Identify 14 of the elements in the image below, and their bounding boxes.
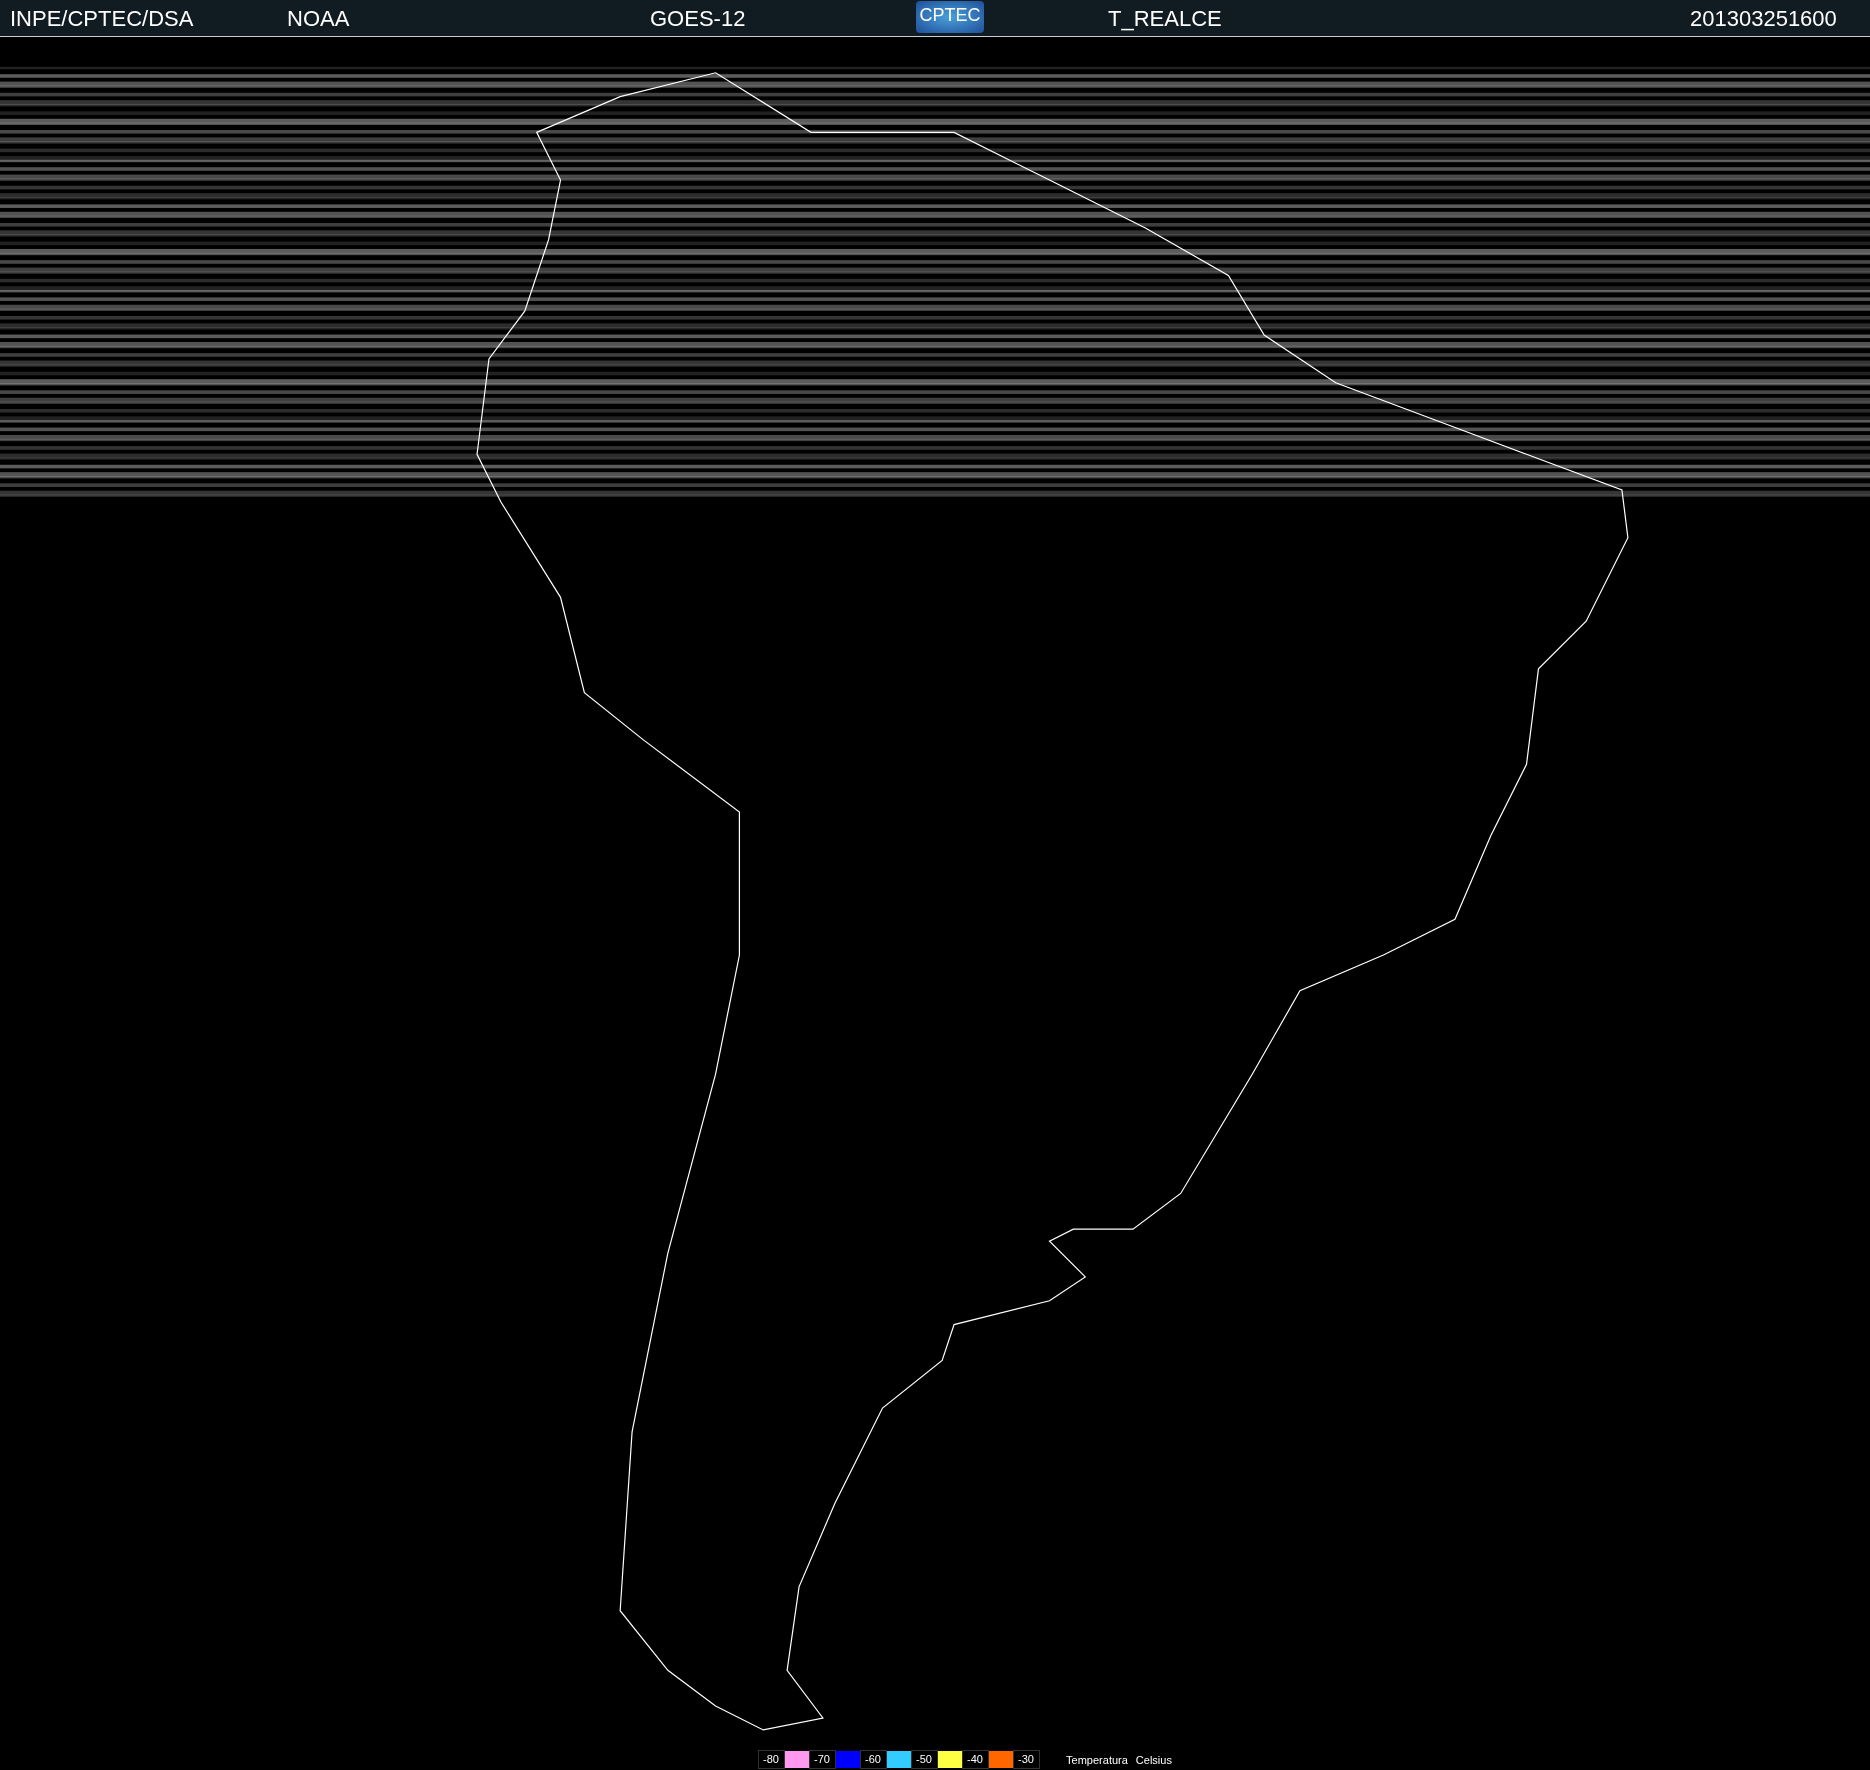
agency-label: NOAA	[287, 6, 350, 32]
legend-unit: Celsius	[1135, 1753, 1172, 1766]
source-label: INPE/CPTEC/DSA	[10, 6, 194, 32]
legend-label: -70	[809, 1750, 837, 1769]
legend-label: -50	[911, 1750, 939, 1769]
timestamp-label: 201303251600	[1690, 6, 1837, 32]
product-label: T_REALCE	[1108, 6, 1222, 32]
legend-title: Temperatura	[1066, 1753, 1128, 1766]
legend-label: -60	[860, 1750, 888, 1769]
satellite-label: GOES-12	[650, 6, 746, 32]
legend-label: -80	[758, 1750, 786, 1769]
legend-label: -40	[962, 1750, 990, 1769]
logo: CPTEC	[916, 1, 984, 33]
legend-label: -30	[1013, 1750, 1041, 1769]
